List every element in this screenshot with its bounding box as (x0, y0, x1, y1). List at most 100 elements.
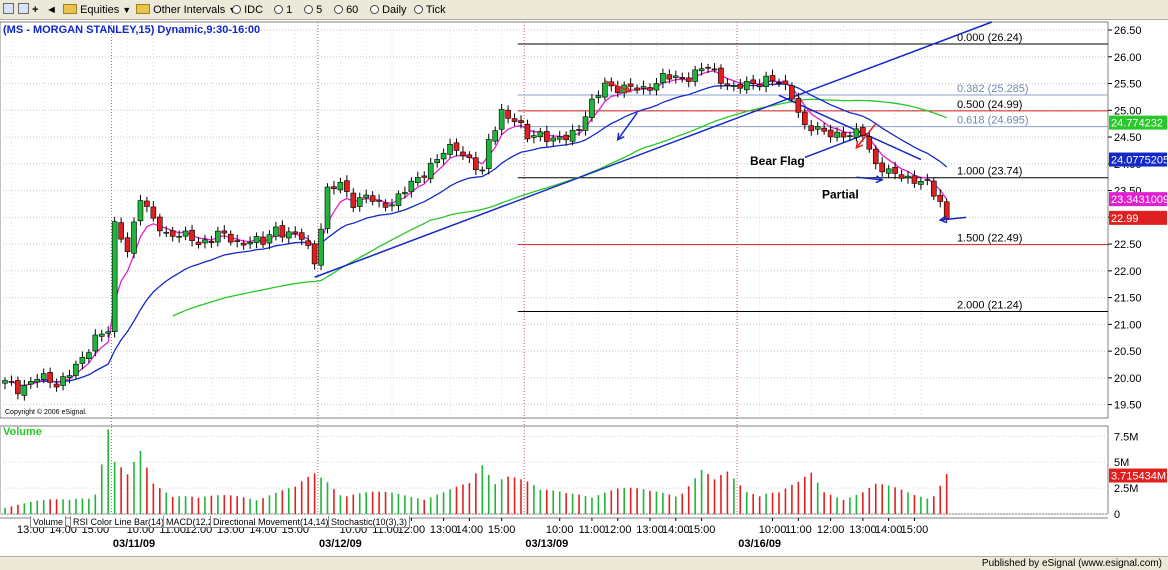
candle-body (118, 222, 124, 240)
candle-body (705, 66, 711, 69)
candle-body (492, 130, 499, 142)
candle-body (627, 83, 634, 87)
price-tag-label: 22.99 (1111, 213, 1139, 225)
candle-body (66, 375, 73, 378)
candle-body (421, 175, 428, 178)
interval-1[interactable]: 1 (274, 3, 292, 17)
candle-body (202, 239, 208, 244)
candle-body (930, 180, 937, 197)
candle-body (253, 236, 260, 243)
candle-body (453, 142, 460, 151)
other-intervals-menu[interactable]: Other Intervals ▼ (136, 3, 237, 17)
study-tab[interactable]: Directional Movement(14,14) (210, 516, 332, 528)
publisher-text: Published by eSignal (www.esignal.com) (981, 558, 1162, 569)
candle-body (789, 85, 795, 100)
y-tick-label: 20.50 (1114, 346, 1142, 358)
candle-body (750, 79, 757, 84)
candle-body (227, 233, 234, 243)
equities-menu[interactable]: Equities ▼ (63, 3, 131, 17)
folder-icon (63, 4, 77, 14)
status-bar: Published by eSignal (www.esignal.com) (0, 556, 1168, 570)
volume-title: Volume (3, 426, 42, 438)
candle-body (647, 87, 653, 91)
candle-body (666, 74, 673, 80)
candle-body (337, 181, 344, 191)
radio-icon (370, 5, 379, 14)
radio-icon (274, 5, 283, 14)
y-tick-label: 22.50 (1114, 239, 1142, 251)
study-tab[interactable]: Stochastic(10(3),3) (328, 516, 411, 528)
candle-body (434, 159, 440, 164)
candle-body (905, 175, 911, 179)
candle-body (885, 168, 892, 174)
study-tabs: Volume RSI Color Line Bar(14) MACD(12,26,9… (0, 516, 1168, 529)
candle-body (827, 129, 834, 138)
candle-body (8, 381, 15, 383)
y-tick-label: 22.00 (1114, 266, 1142, 278)
y-tick-label: 19.50 (1114, 400, 1142, 412)
candle-body (911, 175, 918, 184)
candle-body (872, 148, 879, 165)
radio-icon (414, 5, 423, 14)
crosshair-icon[interactable]: + (32, 3, 38, 17)
candle-body (189, 229, 195, 241)
radio-icon (334, 5, 343, 14)
candle-body (111, 221, 118, 332)
candle-body (511, 118, 518, 122)
fib-level-label: 2.000 (21.24) (957, 300, 1022, 312)
window-icon[interactable] (3, 3, 14, 17)
candle-body (331, 186, 337, 190)
candle-body (279, 225, 286, 238)
edit-icon[interactable] (18, 3, 29, 17)
candle-body (937, 194, 944, 202)
fib-level-label: 1.000 (23.74) (957, 166, 1022, 178)
candle-body (582, 116, 589, 131)
arrow-left-icon[interactable]: ◄ (46, 3, 57, 17)
candle-body (524, 123, 531, 140)
candle-body (518, 120, 524, 123)
study-tab[interactable]: Volume (30, 516, 67, 528)
candle-body (311, 243, 318, 265)
price-tag-label: 24.0775205 (1111, 155, 1168, 167)
candle-body (731, 85, 737, 87)
candle-body (324, 186, 331, 229)
interval-daily[interactable]: Daily (370, 3, 407, 17)
interval-idc[interactable]: IDC (232, 3, 263, 17)
fib-level-label: 0.000 (26.24) (957, 32, 1022, 44)
candle-body (215, 230, 221, 243)
candle-body (595, 95, 602, 98)
candle-body (176, 235, 182, 238)
candle-body (485, 139, 492, 169)
candle-body (395, 193, 402, 206)
candle-body (718, 67, 724, 84)
candle-body (692, 69, 698, 82)
radio-icon (304, 5, 313, 14)
candle-body (260, 236, 266, 245)
candle-body (756, 84, 763, 88)
candle-body (240, 242, 247, 246)
interval-tick[interactable]: Tick (414, 3, 446, 17)
date-label: 03/16/09 (738, 538, 781, 550)
candle-body (531, 135, 537, 138)
interval-5[interactable]: 5 (304, 3, 322, 17)
interval-60[interactable]: 60 (334, 3, 358, 17)
candle-body (427, 162, 434, 179)
price-tag-label: 23.3431009 (1111, 194, 1168, 206)
candle-body (537, 131, 544, 138)
candle-body (634, 87, 640, 91)
candle-body (447, 144, 453, 155)
candle-body (208, 240, 215, 244)
candle-body (163, 231, 170, 234)
candle-body (369, 195, 376, 202)
study-tab[interactable]: RSI Color Line Bar(14) (70, 516, 168, 528)
volume-tag-label: 3.715434M (1111, 471, 1166, 483)
candle-body (60, 376, 66, 386)
candle-body (776, 82, 782, 84)
candle-body (98, 333, 105, 337)
candle-body (814, 126, 821, 130)
fib-level-label: 1.500 (22.49) (957, 233, 1022, 245)
candle-body (27, 381, 34, 385)
candle-body (131, 221, 137, 254)
candle-body (292, 231, 299, 234)
candle-body (266, 234, 273, 244)
